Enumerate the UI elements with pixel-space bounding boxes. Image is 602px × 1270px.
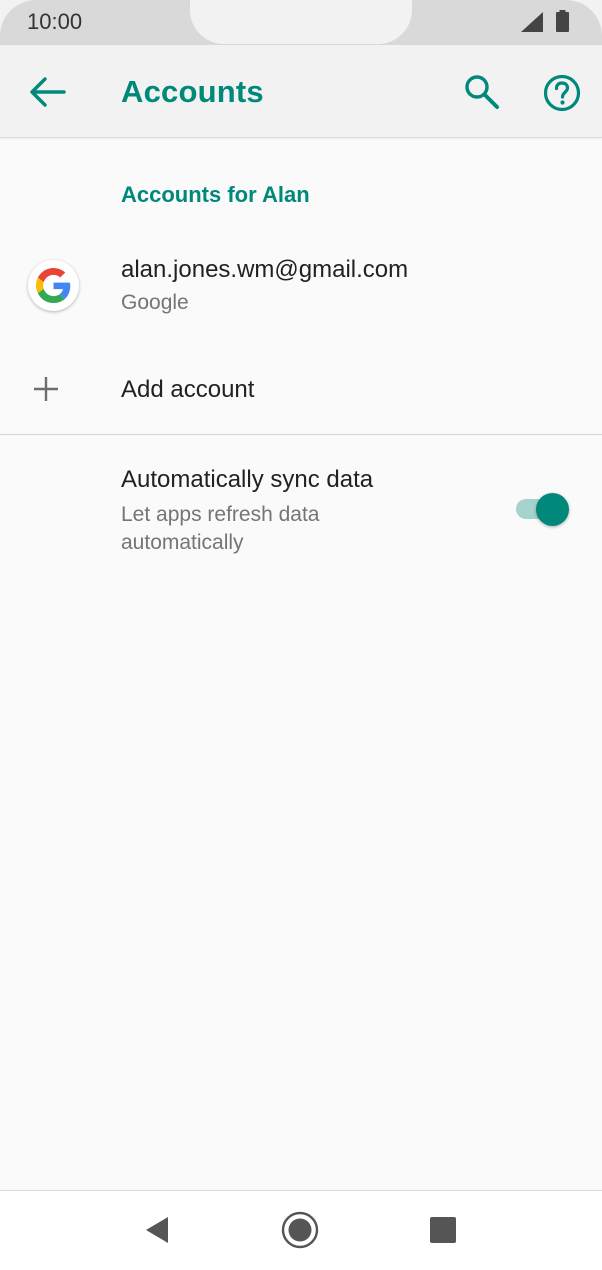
add-account-label: Add account	[121, 376, 255, 403]
plus-icon	[34, 377, 58, 401]
section-header: Accounts for Alan	[121, 182, 310, 207]
signal-icon	[521, 12, 543, 32]
system-nav-bar	[0, 1190, 602, 1270]
help-icon[interactable]	[542, 73, 582, 113]
auto-sync-title: Automatically sync data	[121, 466, 374, 493]
auto-sync-setting[interactable]: Automatically sync data Let apps refresh…	[0, 450, 602, 570]
page-title: Accounts	[121, 74, 264, 109]
status-time: 10:00	[27, 9, 83, 34]
divider	[0, 434, 602, 435]
auto-sync-summary: Let apps refresh data automatically	[121, 503, 320, 554]
auto-sync-toggle[interactable]	[514, 492, 572, 526]
account-email: alan.jones.wm@gmail.com	[121, 256, 409, 283]
display-notch	[190, 0, 412, 44]
search-icon[interactable]	[463, 73, 501, 111]
toggle-thumb	[536, 493, 569, 526]
app-bar: Accounts	[0, 45, 602, 138]
back-triangle-icon[interactable]	[144, 1216, 170, 1244]
recents-square-icon[interactable]	[430, 1217, 456, 1243]
home-circle-icon[interactable]	[281, 1211, 319, 1249]
account-type: Google	[121, 291, 189, 314]
google-logo-icon	[28, 260, 79, 311]
battery-icon	[556, 10, 569, 32]
add-account-button[interactable]: Add account	[0, 350, 602, 430]
account-list-item[interactable]: alan.jones.wm@gmail.com Google	[0, 240, 602, 336]
status-bar: 10:00	[0, 0, 602, 45]
back-arrow-icon[interactable]	[28, 75, 66, 109]
